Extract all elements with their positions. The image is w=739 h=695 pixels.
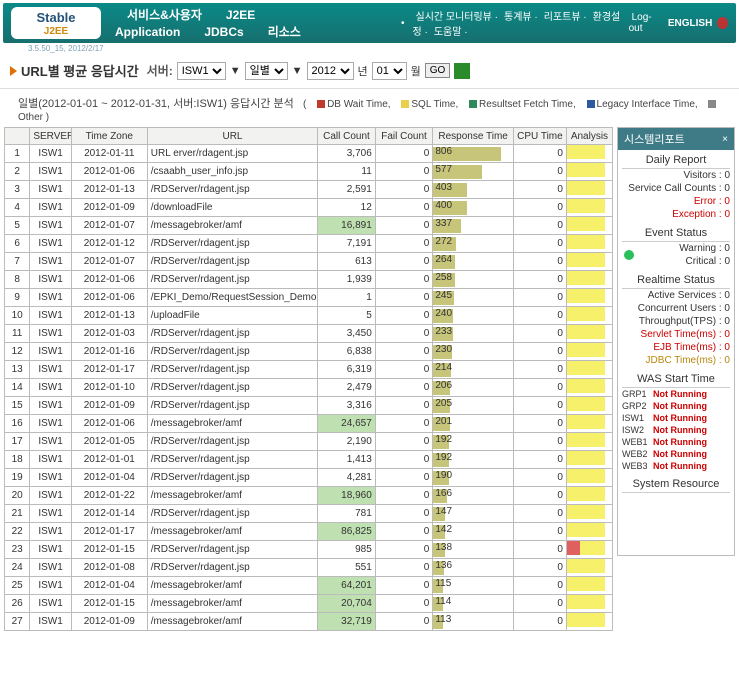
nav-right-0[interactable]: 실시간 모니터링뷰 ·: [413, 12, 502, 23]
was-header: WAS Start Time: [622, 371, 730, 388]
was-row: ISW2Not Running: [622, 424, 730, 436]
section-marker-icon: [10, 66, 17, 76]
was-row: GRP2Not Running: [622, 400, 730, 412]
active-services: Active Services : 0: [622, 289, 730, 302]
nav-right-4[interactable]: 도움말 ·: [431, 27, 471, 38]
was-row: WEB1Not Running: [622, 436, 730, 448]
table-row[interactable]: 27ISW12012-01-09/messagebroker/amf32,719…: [5, 613, 613, 631]
logo: Stable J2EE: [11, 7, 101, 39]
was-row: WEB2Not Running: [622, 448, 730, 460]
server-select[interactable]: ISW1: [177, 62, 226, 80]
table-row[interactable]: 16ISW12012-01-06/messagebroker/amf24,657…: [5, 415, 613, 433]
table-row[interactable]: 3ISW12012-01-13/RDServer/rdagent.jsp2,59…: [5, 181, 613, 199]
data-table: SERVERTime ZoneURLCall CountFail CountRe…: [4, 127, 613, 631]
go-button[interactable]: GO: [425, 63, 451, 78]
table-row[interactable]: 23ISW12012-01-15/RDServer/rdagent.jsp985…: [5, 541, 613, 559]
col-4[interactable]: Call Count: [318, 128, 376, 145]
filter-row: URL별 평균 응답시간 서버: ISW1 ▼ 일별 ▼ 2012 년 01 월…: [0, 53, 739, 89]
table-row[interactable]: 8ISW12012-01-06/RDServer/rdagent.jsp1,93…: [5, 271, 613, 289]
side-panel-title: 시스템리포트×: [618, 128, 734, 150]
nav-right: • 실시간 모니터링뷰 ·통계뷰 ·리포트뷰 ·환경설정 ·도움말 · Log-…: [398, 8, 728, 38]
service-call-counts: Service Call Counts : 0: [622, 182, 730, 195]
throughput: Throughput(TPS) : 0: [622, 315, 730, 328]
ejb-time: EJB Time(ms) : 0: [622, 341, 730, 354]
table-row[interactable]: 13ISW12012-01-17/RDServer/rdagent.jsp6,3…: [5, 361, 613, 379]
col-1[interactable]: SERVER: [30, 128, 71, 145]
table-row[interactable]: 2ISW12012-01-06/csaabh_user_info.jsp1105…: [5, 163, 613, 181]
was-row: GRP1Not Running: [622, 388, 730, 400]
realtime-header: Realtime Status: [622, 272, 730, 289]
logo-version: 3.5.50_15, 2012/2/17: [28, 44, 739, 53]
table-row[interactable]: 6ISW12012-01-12/RDServer/rdagent.jsp7,19…: [5, 235, 613, 253]
excel-export-icon[interactable]: [454, 63, 470, 79]
col-8[interactable]: Analysis: [566, 128, 612, 145]
nav-english[interactable]: ENGLISH: [665, 18, 715, 29]
table-row[interactable]: 19ISW12012-01-04/RDServer/rdagent.jsp4,2…: [5, 469, 613, 487]
subtitle: 일별(2012-01-01 ~ 2012-01-31, 서버:ISW1) 응답시…: [0, 89, 739, 127]
jdbc-time: JDBC Time(ms) : 0: [622, 354, 730, 367]
visitors: Visitors : 0: [622, 169, 730, 182]
nav-item-0[interactable]: 서비스&사용자: [115, 8, 214, 22]
was-row: ISW1Not Running: [622, 412, 730, 424]
table-row[interactable]: 10ISW12012-01-13/uploadFile502400: [5, 307, 613, 325]
nav-logout[interactable]: Log-out: [626, 12, 663, 34]
year-select[interactable]: 2012: [307, 62, 354, 80]
col-3[interactable]: URL: [147, 128, 317, 145]
col-6[interactable]: Response Time: [433, 128, 514, 145]
col-7[interactable]: CPU Time: [513, 128, 566, 145]
close-icon[interactable]: ×: [722, 134, 728, 145]
nav-item-2[interactable]: JDBCs: [192, 25, 255, 39]
warning-count: Warning : 0: [636, 242, 730, 255]
page-title: URL별 평균 응답시간: [21, 61, 139, 80]
nav-item-3[interactable]: 리소스: [256, 25, 313, 39]
logo-brand: Stable: [36, 10, 75, 25]
critical-count: Critical : 0: [636, 255, 730, 268]
table-row[interactable]: 17ISW12012-01-05/RDServer/rdagent.jsp2,1…: [5, 433, 613, 451]
lang-toggle-icon[interactable]: [717, 17, 728, 29]
table-row[interactable]: 4ISW12012-01-09/downloadFile1204000: [5, 199, 613, 217]
table-row[interactable]: 21ISW12012-01-14/RDServer/rdagent.jsp781…: [5, 505, 613, 523]
top-nav: Stable J2EE 서비스&사용자J2EE ApplicationJDBCs…: [3, 3, 736, 43]
subtitle-text: 일별(2012-01-01 ~ 2012-01-31, 서버:ISW1) 응답시…: [18, 98, 294, 110]
table-row[interactable]: 22ISW12012-01-17/messagebroker/amf86,825…: [5, 523, 613, 541]
nav-realtime[interactable]: •: [398, 18, 408, 29]
sys-header: System Resource: [622, 476, 730, 493]
exception-count: Exception : 0: [622, 208, 730, 221]
table-row[interactable]: 26ISW12012-01-15/messagebroker/amf20,704…: [5, 595, 613, 613]
nav-right-1[interactable]: 통계뷰 ·: [501, 12, 541, 23]
col-5[interactable]: Fail Count: [375, 128, 433, 145]
col-0[interactable]: [5, 128, 30, 145]
table-row[interactable]: 24ISW12012-01-08/RDServer/rdagent.jsp551…: [5, 559, 613, 577]
side-panel: 시스템리포트× Daily Report Visitors : 0 Servic…: [617, 127, 735, 556]
table-row[interactable]: 12ISW12012-01-16/RDServer/rdagent.jsp6,8…: [5, 343, 613, 361]
was-row: WEB3Not Running: [622, 460, 730, 472]
table-row[interactable]: 15ISW12012-01-09/RDServer/rdagent.jsp3,3…: [5, 397, 613, 415]
concurrent-users: Concurrent Users : 0: [622, 302, 730, 315]
status-ok-icon: [624, 250, 634, 260]
month-select[interactable]: 01: [372, 62, 407, 80]
period-select[interactable]: 일별: [245, 62, 288, 80]
error-count: Error : 0: [622, 195, 730, 208]
table-row[interactable]: 25ISW12012-01-04/messagebroker/amf64,201…: [5, 577, 613, 595]
table-row[interactable]: 20ISW12012-01-22/messagebroker/amf18,960…: [5, 487, 613, 505]
event-status-header: Event Status: [622, 225, 730, 242]
year-label: 년: [358, 63, 368, 79]
table-row[interactable]: 14ISW12012-01-10/RDServer/rdagent.jsp2,4…: [5, 379, 613, 397]
col-2[interactable]: Time Zone: [71, 128, 147, 145]
table-row[interactable]: 5ISW12012-01-07/messagebroker/amf16,8910…: [5, 217, 613, 235]
table-row[interactable]: 1ISW12012-01-11URL erver/rdagent.jsp3,70…: [5, 145, 613, 163]
servlet-time: Servlet Time(ms) : 0: [622, 328, 730, 341]
month-label: 월: [411, 63, 421, 79]
nav-right-2[interactable]: 리포트뷰 ·: [541, 12, 590, 23]
table-row[interactable]: 11ISW12012-01-03/RDServer/rdagent.jsp3,4…: [5, 325, 613, 343]
table-row[interactable]: 9ISW12012-01-06/EPKI_Demo/RequestSession…: [5, 289, 613, 307]
table-row[interactable]: 7ISW12012-01-07/RDServer/rdagent.jsp6130…: [5, 253, 613, 271]
table-row[interactable]: 18ISW12012-01-01/RDServer/rdagent.jsp1,4…: [5, 451, 613, 469]
daily-report-header: Daily Report: [622, 152, 730, 169]
server-label: 서버:: [147, 62, 173, 79]
logo-sub: J2EE: [44, 26, 68, 37]
